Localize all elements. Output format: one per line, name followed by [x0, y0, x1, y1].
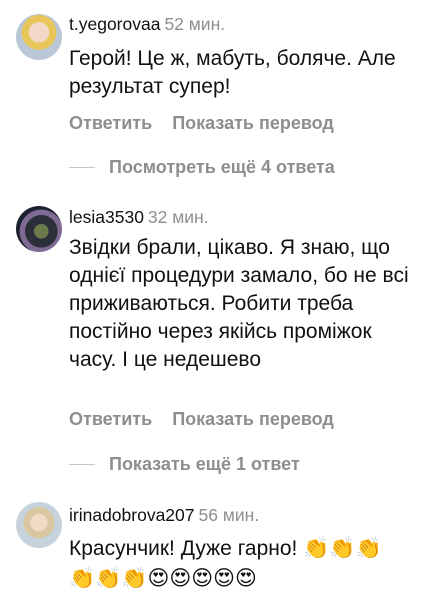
username[interactable]: lesia3530	[69, 207, 144, 227]
timestamp: 32 мин.	[147, 207, 209, 227]
username[interactable]: t.yegorovaa	[69, 14, 160, 34]
timestamp: 52 мин.	[164, 14, 226, 34]
reply-button[interactable]: Ответить	[69, 409, 152, 429]
comment-header: lesia3530 32 мин.	[69, 207, 209, 228]
comment-header: t.yegorovaa 52 мин.	[69, 14, 225, 35]
translate-button[interactable]: Показать перевод	[172, 113, 334, 133]
comment-text: Герой! Це ж, мабуть, боляче. Але результ…	[69, 47, 396, 98]
reply-button[interactable]: Ответить	[69, 113, 152, 133]
timestamp: 56 мин.	[198, 505, 260, 525]
divider-line	[69, 464, 95, 465]
username[interactable]: irinadobrova207	[69, 505, 195, 525]
comment-text: Красунчик! Дуже гарно! 👏👏👏👏👏👏😍😍😍😍😍	[69, 537, 382, 590]
view-more-replies[interactable]: Посмотреть ещё 4 ответа	[69, 157, 335, 178]
comment-header: irinadobrova207 56 мин.	[69, 505, 259, 526]
avatar[interactable]	[16, 502, 62, 548]
comment-text: Звідки брали, цікаво. Я знаю, що однієї …	[69, 236, 409, 371]
show-more-replies-label[interactable]: Показать ещё 1 ответ	[109, 454, 300, 475]
comment-actions: Ответить Показать перевод	[69, 113, 354, 134]
avatar[interactable]	[16, 14, 62, 60]
comment-actions: Ответить Показать перевод	[69, 409, 354, 430]
show-more-replies[interactable]: Показать ещё 1 ответ	[69, 454, 300, 475]
avatar[interactable]	[16, 206, 62, 252]
view-more-replies-label[interactable]: Посмотреть ещё 4 ответа	[109, 157, 335, 178]
translate-button[interactable]: Показать перевод	[172, 409, 334, 429]
divider-line	[69, 167, 95, 168]
